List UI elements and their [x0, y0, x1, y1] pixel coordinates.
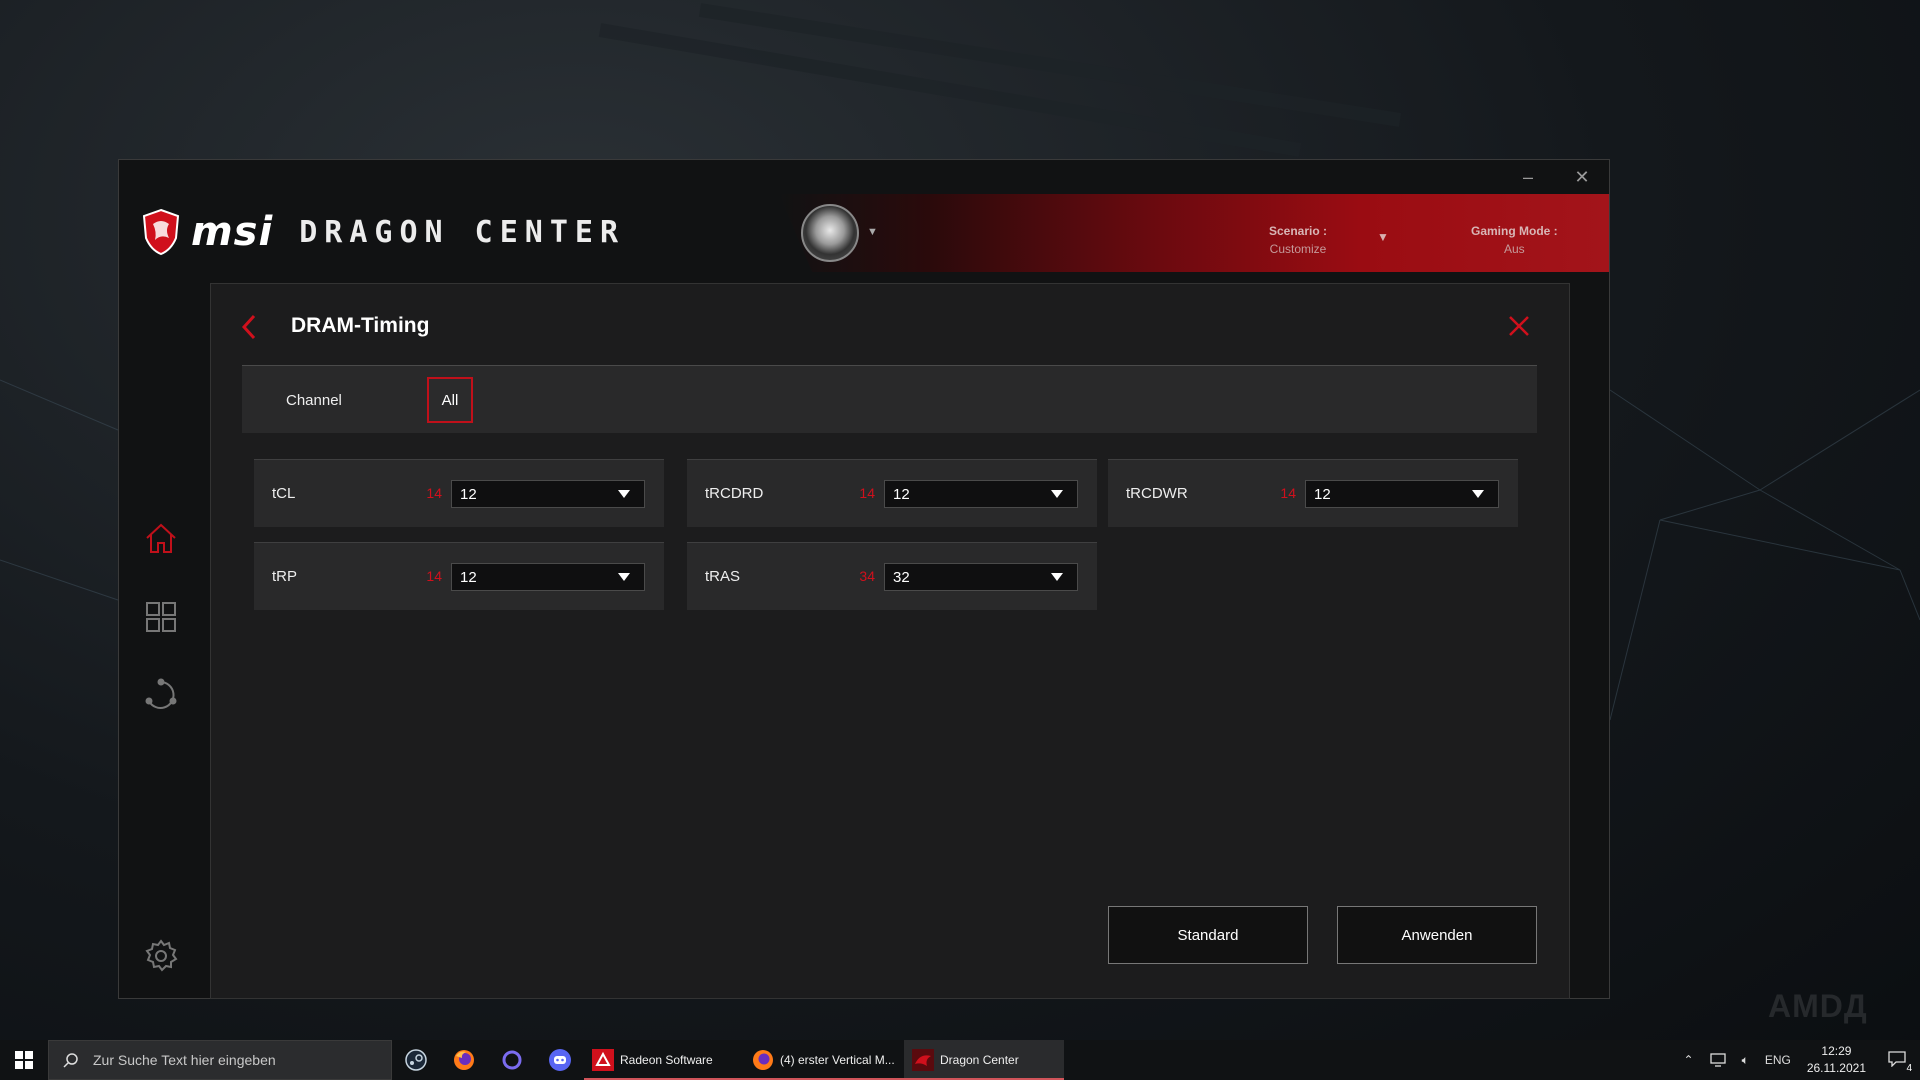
- clock-date: 26.11.2021: [1806, 1061, 1866, 1075]
- steam-icon[interactable]: [392, 1040, 440, 1080]
- radeon-icon: [592, 1049, 614, 1071]
- channel-all-button[interactable]: All: [427, 377, 473, 423]
- channel-row: Channel All: [242, 365, 1537, 433]
- taskbar-app-radeon[interactable]: Radeon Software: [584, 1040, 744, 1080]
- firefox-icon[interactable]: [440, 1040, 488, 1080]
- scenario-selector[interactable]: Scenario : Customize: [1269, 224, 1327, 256]
- apply-button[interactable]: Anwenden: [1337, 906, 1537, 964]
- window-controls: – ✕: [1501, 160, 1609, 194]
- timing-card-trcdwr: tRCDWR 14 12: [1108, 459, 1518, 527]
- dram-timing-panel: DRAM-Timing Channel All tCL 14 12 tRCDRD…: [210, 283, 1570, 999]
- timing-name: tRCDRD: [705, 485, 764, 502]
- panel-title: DRAM-Timing: [291, 314, 430, 337]
- timing-name: tRCDWR: [1126, 485, 1188, 502]
- avatar-dropdown-icon[interactable]: ▼: [867, 226, 878, 238]
- network-icon[interactable]: [143, 677, 179, 713]
- search-placeholder: Zur Suche Text hier eingeben: [93, 1052, 276, 1068]
- timing-default: 14: [426, 485, 442, 501]
- timing-card-tras: tRAS 34 32: [687, 542, 1097, 610]
- taskbar-app-label: Radeon Software: [620, 1053, 713, 1067]
- timing-default: 14: [1280, 485, 1296, 501]
- cortana-icon[interactable]: [488, 1040, 536, 1080]
- search-icon: [63, 1053, 78, 1068]
- timing-card-trcdrd: tRCDRD 14 12: [687, 459, 1097, 527]
- firefox-icon: [753, 1050, 773, 1070]
- dropdown-caret-icon: [618, 490, 630, 498]
- timing-card-trp: tRP 14 12: [254, 542, 664, 610]
- timing-default: 14: [426, 568, 442, 584]
- timing-value: 32: [893, 568, 910, 586]
- timing-card-tcl: tCL 14 12: [254, 459, 664, 527]
- gaming-mode-label: Gaming Mode :: [1471, 224, 1558, 238]
- taskbar-search-box[interactable]: Zur Suche Text hier eingeben: [48, 1040, 392, 1080]
- notification-count: 4: [1906, 1062, 1912, 1074]
- network-tray-icon[interactable]: [1709, 1053, 1726, 1067]
- notification-center-icon[interactable]: 4: [1888, 1050, 1912, 1074]
- back-arrow-icon[interactable]: [239, 312, 259, 342]
- discord-icon[interactable]: [536, 1040, 584, 1080]
- sidebar: [119, 274, 209, 998]
- dropdown-caret-icon: [618, 573, 630, 581]
- taskbar: Zur Suche Text hier eingeben Radeon Soft…: [0, 1040, 1920, 1080]
- timing-value: 12: [1314, 485, 1331, 503]
- scenario-dropdown-icon[interactable]: ▼: [1377, 230, 1389, 244]
- start-button[interactable]: [0, 1040, 48, 1080]
- windows-logo-icon: [15, 1051, 33, 1069]
- timing-name: tRAS: [705, 568, 741, 585]
- app-logo: msi DRAGON CENTER: [141, 208, 625, 256]
- gaming-mode[interactable]: Gaming Mode : Aus: [1471, 224, 1558, 256]
- dropdown-caret-icon: [1051, 490, 1063, 498]
- timing-name: tRP: [272, 568, 298, 585]
- language-indicator[interactable]: ENG: [1765, 1053, 1791, 1067]
- timing-select-tcl[interactable]: 12: [451, 480, 645, 508]
- taskbar-app-label: Dragon Center: [940, 1053, 1019, 1067]
- timing-select-trcdrd[interactable]: 12: [884, 480, 1078, 508]
- timing-default: 14: [859, 485, 875, 501]
- product-title: DRAGON CENTER: [299, 214, 626, 250]
- channel-label: Channel: [286, 392, 342, 409]
- brand-text: msi: [191, 209, 274, 255]
- timing-select-trcdwr[interactable]: 12: [1305, 480, 1499, 508]
- settings-icon[interactable]: [143, 938, 179, 974]
- taskbar-app-label: (4) erster Vertical M...: [780, 1053, 895, 1067]
- standard-button[interactable]: Standard: [1108, 906, 1308, 964]
- close-icon[interactable]: [1507, 314, 1531, 338]
- dragon-center-window: – ✕ msi DRAGON CENTER ▼ Scenario : Custo…: [118, 159, 1610, 999]
- dropdown-caret-icon: [1472, 490, 1484, 498]
- timing-default: 34: [859, 568, 875, 584]
- scenario-value: Customize: [1269, 242, 1327, 256]
- timing-select-tras[interactable]: 32: [884, 563, 1078, 591]
- chevron-up-icon[interactable]: ⌃: [1684, 1053, 1694, 1067]
- close-window-button[interactable]: ✕: [1555, 160, 1609, 194]
- msi-dragon-shield-icon: [142, 208, 180, 256]
- user-avatar[interactable]: [801, 204, 859, 262]
- app-header: msi DRAGON CENTER ▼ Scenario : Customize…: [119, 194, 1609, 274]
- timing-value: 12: [460, 485, 477, 503]
- taskbar-app-firefox-window[interactable]: (4) erster Vertical M...: [744, 1040, 904, 1080]
- clock-time: 12:29: [1821, 1044, 1852, 1058]
- dropdown-caret-icon: [1051, 573, 1063, 581]
- system-tray: ⌃ 🔈︎ ENG 12:29 26.11.2021 4: [1676, 1040, 1920, 1080]
- timing-name: tCL: [272, 485, 296, 502]
- taskbar-app-dragon-center[interactable]: Dragon Center: [904, 1040, 1064, 1080]
- amd-watermark: AMDД: [1768, 988, 1868, 1024]
- volume-icon[interactable]: 🔈︎: [1742, 1053, 1749, 1068]
- timing-select-trp[interactable]: 12: [451, 563, 645, 591]
- dragon-center-icon: [912, 1049, 934, 1071]
- minimize-button[interactable]: –: [1501, 160, 1555, 194]
- clock[interactable]: 12:29 26.11.2021: [1807, 1043, 1866, 1077]
- scenario-label: Scenario :: [1269, 224, 1328, 238]
- home-icon[interactable]: [143, 520, 179, 556]
- timing-value: 12: [460, 568, 477, 586]
- gaming-mode-value: Aus: [1503, 242, 1525, 256]
- apps-grid-icon[interactable]: [143, 599, 179, 635]
- timing-value: 12: [893, 485, 910, 503]
